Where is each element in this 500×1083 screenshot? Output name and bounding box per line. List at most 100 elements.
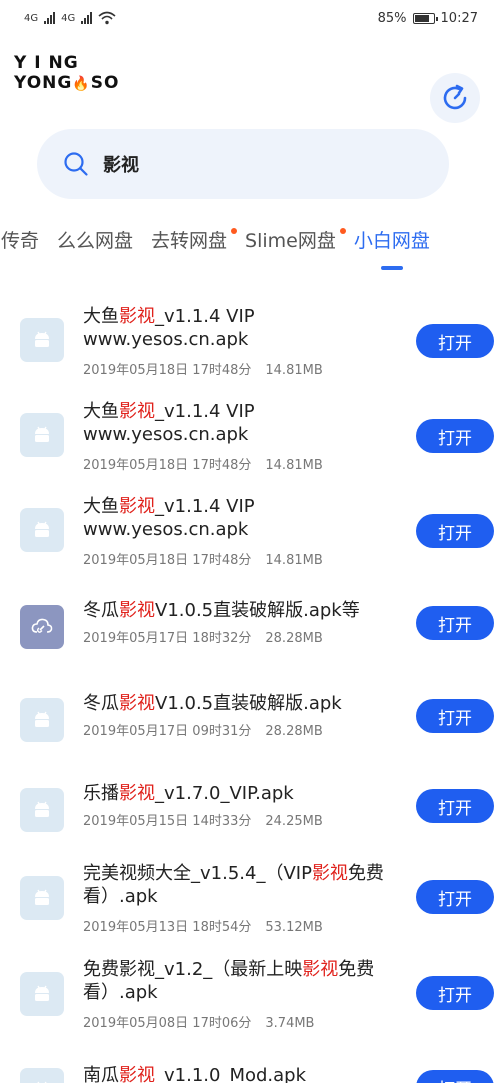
file-meta: 2019年05月13日 18时54分 53.12MB <box>83 916 323 935</box>
search-bar[interactable] <box>37 129 449 199</box>
file-size: 53.12MB <box>265 920 323 935</box>
file-date: 2019年05月17日 18时32分 <box>83 631 252 646</box>
file-name: 大鱼影视_v1.1.4 VIP www.yesos.cn.apk <box>83 495 403 541</box>
open-button[interactable]: 打开 <box>416 419 494 453</box>
tab-4[interactable]: 小白网盘 <box>345 226 439 270</box>
tab-label: 去转网盘 <box>151 230 228 252</box>
file-name-text: 南瓜 <box>83 1065 119 1083</box>
source-tabs: 传奇 么么网盘 去转网盘 Slime网盘 小白网盘 <box>0 226 500 276</box>
tab-label: 传奇 <box>1 230 40 252</box>
tab-1[interactable]: 么么网盘 <box>48 226 142 256</box>
file-meta: 2019年05月08日 17时06分 3.74MB <box>83 1012 314 1031</box>
keyword-highlight: 影视 <box>119 306 155 327</box>
tab-label: Slime网盘 <box>245 230 336 252</box>
android-icon <box>20 1068 64 1083</box>
file-meta: 2019年05月18日 17时48分 14.81MB <box>83 454 323 473</box>
tab-3[interactable]: Slime网盘 <box>236 226 346 256</box>
keyword-highlight: 影视 <box>119 1065 155 1083</box>
file-size: 3.74MB <box>265 1016 315 1031</box>
file-name-text: 免费影视_v1.2_（最新上映 <box>83 959 303 980</box>
android-icon <box>20 413 64 457</box>
android-icon <box>20 876 64 920</box>
search-input[interactable] <box>103 153 403 175</box>
file-name-text: V1.0.5直装破解版.apk <box>155 693 342 714</box>
logo-word-so: SO <box>90 73 120 93</box>
clock: 10:27 <box>440 10 478 26</box>
refresh-icon <box>443 84 467 110</box>
search-icon <box>64 152 88 176</box>
open-button[interactable]: 打开 <box>416 324 494 358</box>
android-icon <box>20 698 64 742</box>
file-name-text: _v1.7.0_VIP.apk <box>155 783 294 804</box>
file-name: 免费影视_v1.2_（最新上映影视免费看）.apk <box>83 958 403 1004</box>
file-name-text: 大鱼 <box>83 306 119 327</box>
file-date: 2019年05月18日 17时48分 <box>83 458 252 473</box>
network-type-b: 4G <box>61 12 76 24</box>
keyword-highlight: 影视 <box>119 496 155 517</box>
logo-word-yong: YONG <box>14 73 73 93</box>
android-icon <box>20 508 64 552</box>
file-meta: 2019年05月18日 17时48分 14.81MB <box>83 549 323 568</box>
refresh-button[interactable] <box>430 73 480 123</box>
file-meta: 2019年05月15日 14时33分 24.25MB <box>83 810 323 829</box>
keyword-highlight: 影视 <box>302 959 339 980</box>
file-name: 南瓜影视_v1.1.0_Mod.apk <box>83 1064 403 1083</box>
file-date: 2019年05月15日 14时33分 <box>83 814 252 829</box>
file-size: 28.28MB <box>265 724 323 739</box>
file-size: 24.25MB <box>265 814 323 829</box>
flame-icon: 🔥 <box>72 76 91 92</box>
file-name-text: 冬瓜 <box>83 693 119 714</box>
file-name: 完美视频大全_v1.5.4_（VIP影视免费看）.apk <box>83 862 403 908</box>
file-name-text: 大鱼 <box>83 496 119 517</box>
file-date: 2019年05月08日 17时06分 <box>83 1016 252 1031</box>
file-name-text: 冬瓜 <box>83 600 119 621</box>
file-meta: 2019年05月17日 18时32分 28.28MB <box>83 627 323 646</box>
file-name: 冬瓜影视V1.0.5直装破解版.apk等 <box>83 599 403 622</box>
file-name: 冬瓜影视V1.0.5直装破解版.apk <box>83 692 403 715</box>
tab-0[interactable]: 传奇 <box>0 226 48 256</box>
active-tab-indicator <box>380 266 403 270</box>
file-name: 大鱼影视_v1.1.4 VIP www.yesos.cn.apk <box>83 400 403 446</box>
battery-icon <box>412 12 438 24</box>
keyword-highlight: 影视 <box>119 401 155 422</box>
file-name-text: 大鱼 <box>83 401 119 422</box>
wifi-icon <box>98 11 116 25</box>
file-meta: 2019年05月18日 17时48分 14.81MB <box>83 359 323 378</box>
cloud-link-icon <box>20 605 64 649</box>
file-name-text: V1.0.5直装破解版.apk等 <box>155 600 360 621</box>
file-name-text: 完美视频大全_v1.5.4_（VIP <box>83 863 312 884</box>
file-name: 大鱼影视_v1.1.4 VIP www.yesos.cn.apk <box>83 305 403 351</box>
status-right: 85% 10:27 <box>378 11 478 26</box>
open-button[interactable]: 打开 <box>416 880 494 914</box>
android-icon <box>20 318 64 362</box>
open-button[interactable]: 打开 <box>416 789 494 823</box>
logo-line-1: Y I NG <box>14 53 79 73</box>
android-icon <box>20 788 64 832</box>
file-date: 2019年05月18日 17时48分 <box>83 363 252 378</box>
tab-label: 么么网盘 <box>57 230 134 252</box>
tab-label: 小白网盘 <box>353 230 430 252</box>
signal-icon <box>44 12 56 24</box>
file-meta: 2019年05月17日 09时31分 28.28MB <box>83 720 323 739</box>
keyword-highlight: 影视 <box>119 783 155 804</box>
tab-2[interactable]: 去转网盘 <box>142 226 238 256</box>
logo-line-2: YONG🔥SO <box>14 73 119 94</box>
open-button[interactable]: 打开 <box>416 606 494 640</box>
battery-percent: 85% <box>377 10 407 26</box>
file-size: 28.28MB <box>265 631 323 646</box>
keyword-highlight: 影视 <box>119 693 155 714</box>
open-button[interactable]: 打开 <box>416 699 494 733</box>
signal-icon <box>81 12 93 24</box>
file-size: 14.81MB <box>265 363 323 378</box>
file-name-text: _v1.1.0_Mod.apk <box>155 1065 307 1083</box>
open-button[interactable]: 打开 <box>416 1070 494 1083</box>
open-button[interactable]: 打开 <box>416 514 494 548</box>
file-date: 2019年05月13日 18时54分 <box>83 920 252 935</box>
file-name: 乐播影视_v1.7.0_VIP.apk <box>83 782 403 805</box>
status-left: 4G 4G <box>24 11 116 25</box>
open-button[interactable]: 打开 <box>416 976 494 1010</box>
keyword-highlight: 影视 <box>119 600 155 621</box>
network-type-a: 4G <box>24 12 39 24</box>
file-date: 2019年05月17日 09时31分 <box>83 724 252 739</box>
file-size: 14.81MB <box>265 553 323 568</box>
